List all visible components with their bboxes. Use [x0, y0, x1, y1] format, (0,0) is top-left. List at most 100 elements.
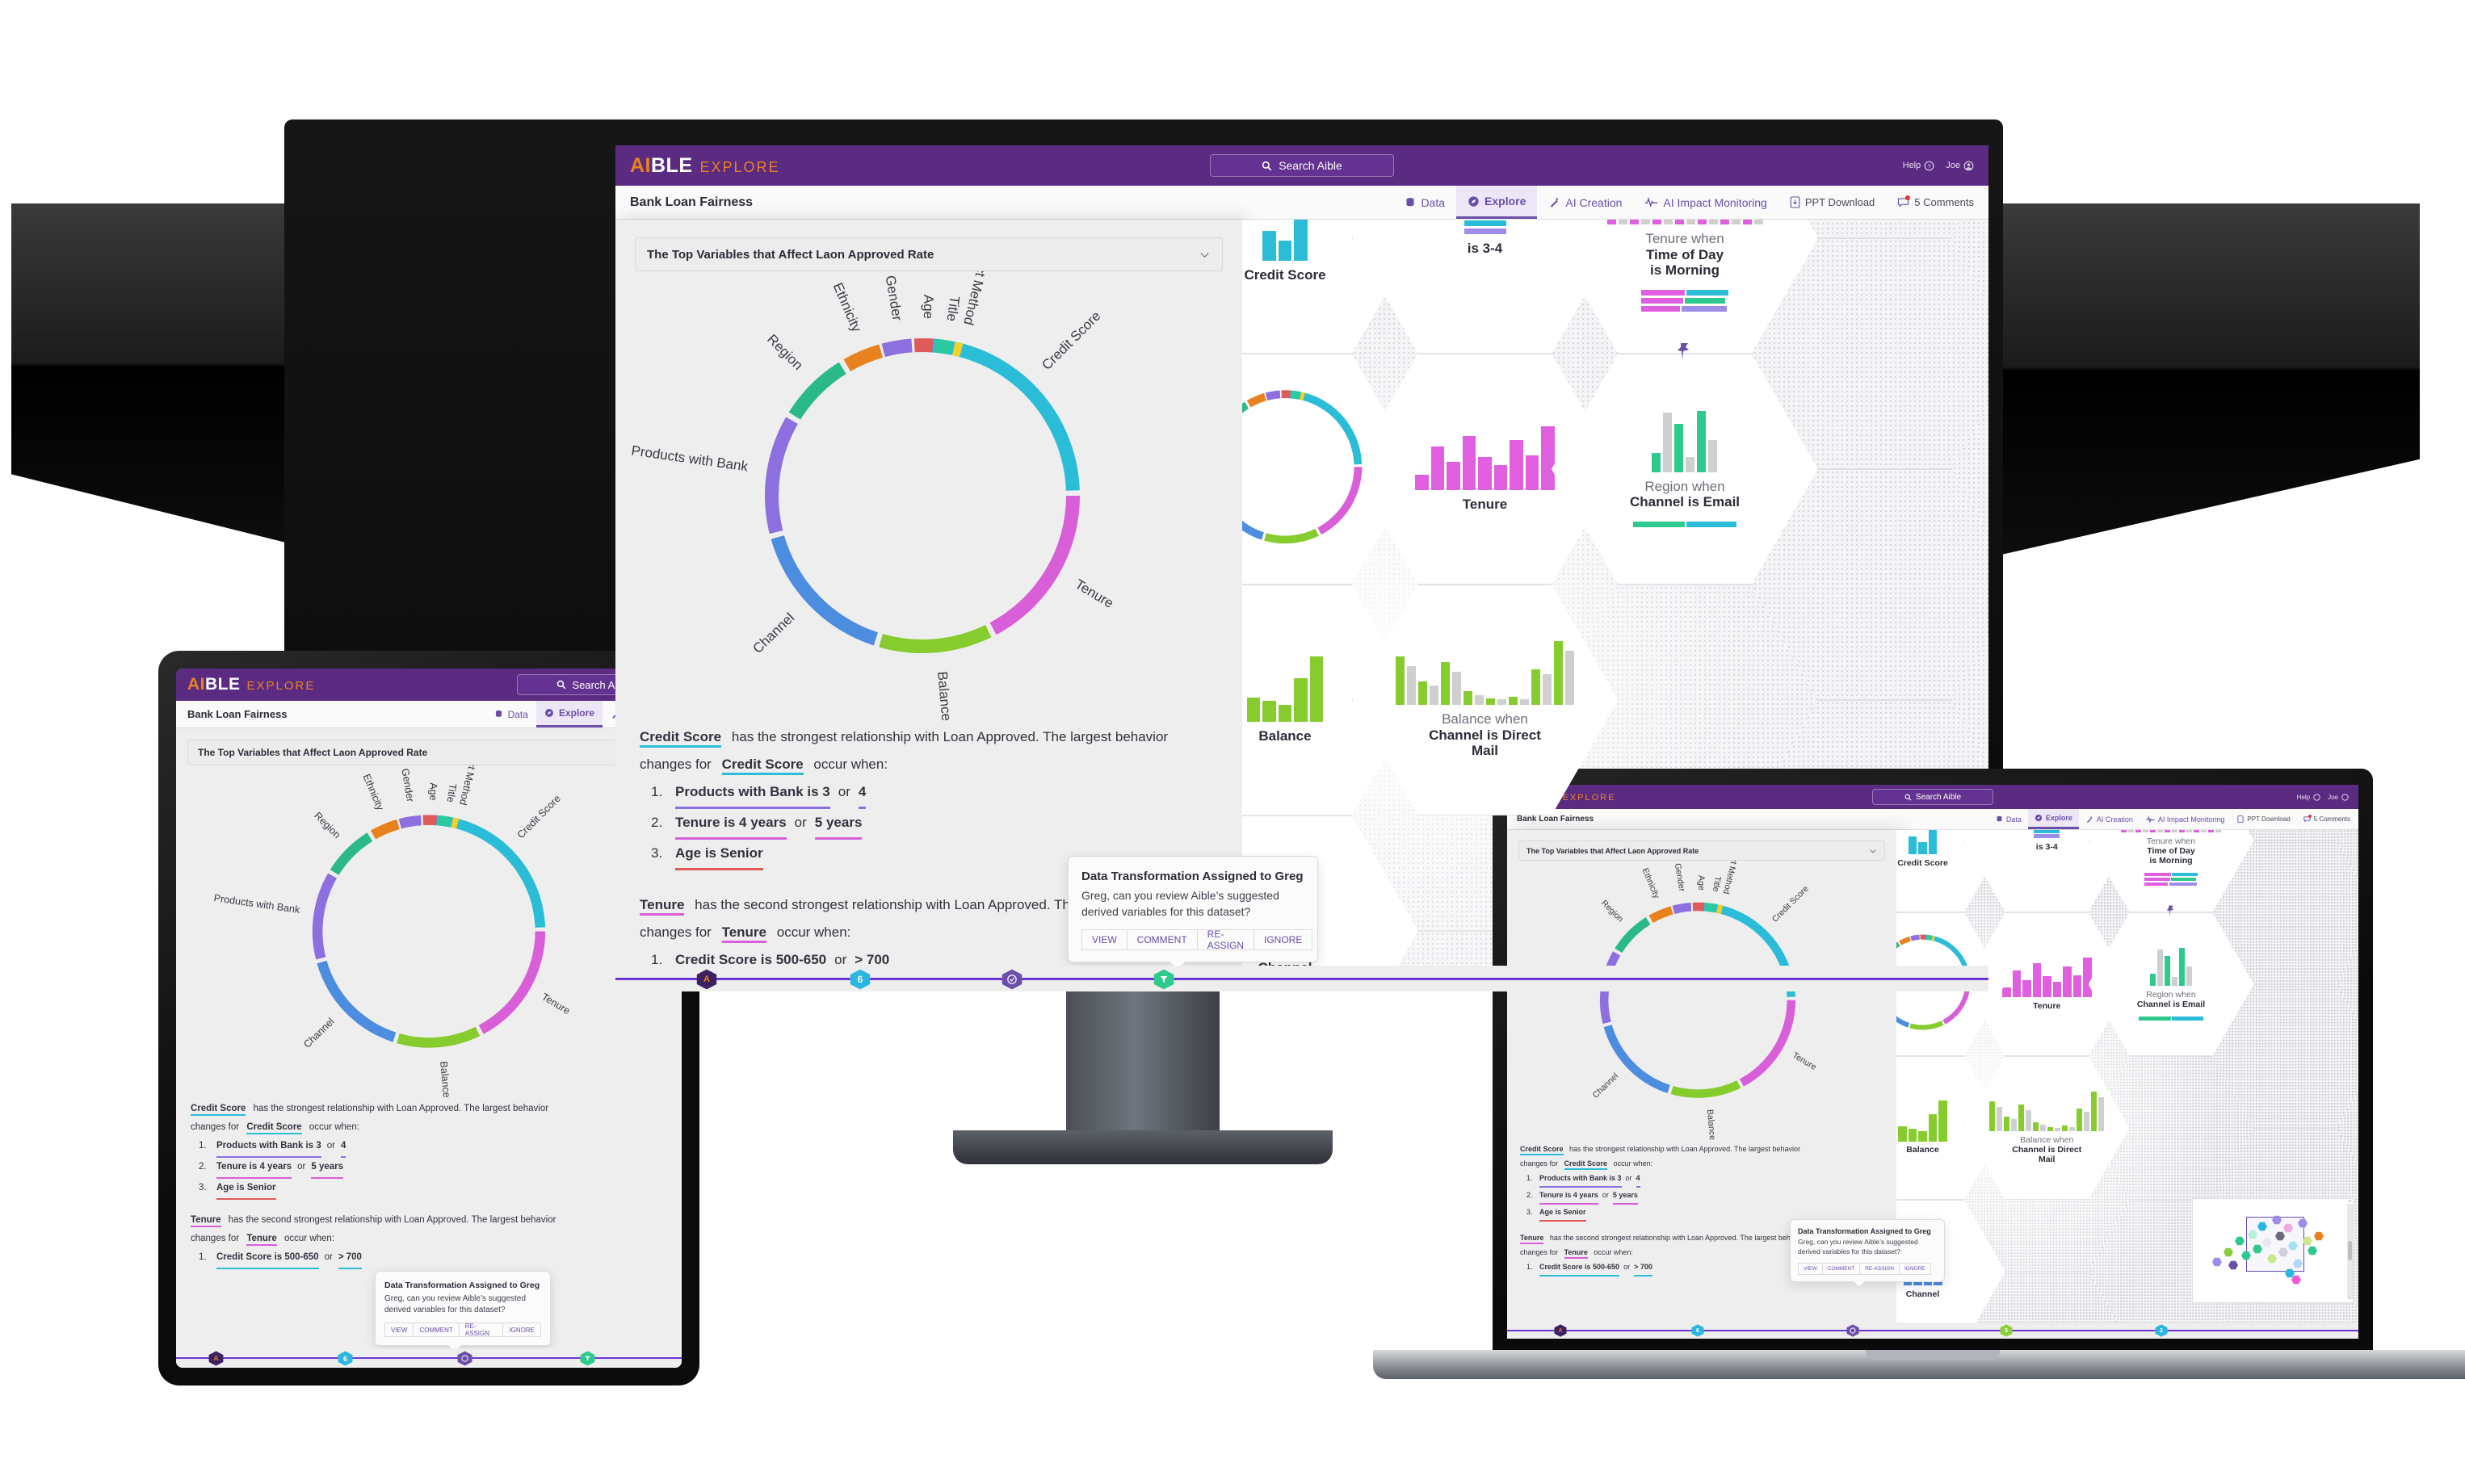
minimap-node[interactable]: [2288, 1241, 2298, 1251]
hex-balance-when-channel-is-direct-mail[interactable]: Balance when Channel is Direct Mail: [1351, 585, 1619, 815]
hex-region-when-channel-is-email[interactable]: Region when Channel is Email: [2088, 912, 2254, 1056]
comment-button[interactable]: COMMENT: [1127, 929, 1198, 951]
chord-segment-gender[interactable]: [398, 815, 422, 829]
minimap-node[interactable]: [2278, 1247, 2288, 1257]
tab-explore[interactable]: Explore: [535, 701, 603, 727]
user-menu[interactable]: Joe: [2328, 794, 2349, 801]
minimap-node[interactable]: [2267, 1254, 2277, 1264]
minimap-node[interactable]: [2248, 1230, 2257, 1239]
chord-segment-products-with-bank[interactable]: [765, 417, 798, 534]
token-credit-score-2[interactable]: Credit Score: [1564, 1159, 1608, 1170]
comments-button[interactable]: 5 Comments: [1886, 195, 1988, 208]
token-credit-score-1[interactable]: Credit Score: [640, 729, 722, 748]
chord-segment-title[interactable]: [1291, 390, 1300, 400]
explore-timeline[interactable]: A 6: [176, 1348, 682, 1368]
tab-ai-creation[interactable]: AI Creation: [1537, 186, 1633, 219]
minimap-node[interactable]: [2253, 1244, 2262, 1254]
token-credit-score-2[interactable]: Credit Score: [246, 1122, 302, 1134]
minimap-node[interactable]: [2257, 1222, 2267, 1231]
minimap-node[interactable]: [2262, 1238, 2272, 1247]
pin-icon[interactable]: [2165, 905, 2176, 921]
chord-segment-gender[interactable]: [1910, 934, 1920, 941]
chord-segment-balance[interactable]: [1263, 529, 1319, 544]
re-assign-button[interactable]: RE-ASSIGN: [459, 1323, 504, 1337]
re-assign-button[interactable]: RE-ASSIGN: [1860, 1262, 1900, 1275]
chord-segment-ethnicity[interactable]: [370, 819, 400, 840]
token-tenure-1[interactable]: Tenure: [1520, 1234, 1544, 1244]
chord-segment-title[interactable]: [438, 815, 451, 828]
help-button[interactable]: Help: [2297, 794, 2320, 801]
mini-chord-diagram[interactable]: [1242, 384, 1367, 554]
chord-segment-tenure[interactable]: [989, 496, 1080, 635]
chord-segment-balance[interactable]: [397, 1026, 481, 1048]
chord-diagram[interactable]: Credit ScoreTenureBalanceChannelProducts…: [187, 765, 670, 1100]
minimap-node[interactable]: [2298, 1218, 2308, 1228]
token-credit-score-2[interactable]: Credit Score: [721, 757, 804, 775]
re-assign-button[interactable]: RE-ASSIGN: [1197, 929, 1255, 951]
hex-region-when-channel-is-email[interactable]: Region when Channel is Email: [1552, 354, 1818, 585]
ppt-download-button[interactable]: PPT Download: [1778, 196, 1886, 208]
timeline-node-check[interactable]: [1846, 1324, 1859, 1337]
token-products-with-bank-4[interactable]: 4: [340, 1137, 346, 1158]
comments-button[interactable]: 5 Comments: [2297, 815, 2358, 823]
chord-segment-ethnicity[interactable]: [843, 344, 883, 371]
chord-segment-title[interactable]: [1705, 903, 1717, 913]
comment-button[interactable]: COMMENT: [414, 1323, 460, 1337]
variable-selector-dropdown[interactable]: The Top Variables that Affect Laon Appro…: [635, 237, 1223, 271]
tab-ai-creation[interactable]: AI Creation: [2079, 809, 2140, 829]
tab-explore[interactable]: Explore: [1456, 186, 1538, 219]
minimap-node[interactable]: [2272, 1215, 2282, 1225]
timeline-node-aible[interactable]: A: [1554, 1324, 1567, 1337]
minimap-node[interactable]: [2303, 1236, 2312, 1246]
chord-segment-channel[interactable]: [1242, 486, 1264, 540]
token-products-with-bank-4[interactable]: 4: [858, 778, 867, 809]
chord-diagram[interactable]: Credit ScoreTenureBalanceChannelProducts…: [615, 271, 1242, 723]
ppt-download-button[interactable]: PPT Download: [2231, 815, 2296, 823]
timeline-node-check[interactable]: [457, 1351, 472, 1366]
chord-segment-age[interactable]: [422, 815, 438, 826]
view-button[interactable]: VIEW: [384, 1323, 414, 1337]
chord-segment-gender[interactable]: [1672, 902, 1692, 914]
timeline-node-filter[interactable]: [580, 1351, 595, 1366]
hex-tenure-when-time-of-day-is-morning[interactable]: Tenure when Time of Day is Morning: [1552, 220, 1818, 354]
token-tenure-5-years[interactable]: 5 years: [1612, 1188, 1638, 1205]
timeline-node-aible[interactable]: A: [696, 969, 717, 990]
token-age-is-senior[interactable]: Age is Senior: [1539, 1205, 1586, 1222]
chord-segment-title[interactable]: [934, 338, 953, 355]
ignore-button[interactable]: IGNORE: [503, 1323, 541, 1337]
token-credit-score-500-650[interactable]: Credit Score is 500-650: [216, 1248, 319, 1269]
token-tenure-2[interactable]: Tenure: [721, 924, 766, 943]
chord-segment-ethnicity[interactable]: [1648, 906, 1673, 924]
tab-ai-impact-monitoring[interactable]: AI Impact Monitoring: [1633, 186, 1778, 219]
token-tenure-5-years[interactable]: 5 years: [814, 809, 863, 840]
chord-segment-gender[interactable]: [1265, 390, 1281, 401]
pin-icon[interactable]: [1674, 342, 1692, 366]
chord-segment-tenure[interactable]: [1317, 467, 1362, 535]
token-credit-score-700[interactable]: > 700: [1634, 1260, 1652, 1276]
chord-segment-region[interactable]: [1615, 917, 1651, 954]
token-credit-score-1[interactable]: Credit Score: [1520, 1145, 1564, 1155]
token-products-with-bank-3[interactable]: Products with Bank is 3: [675, 778, 830, 809]
token-credit-score-1[interactable]: Credit Score: [191, 1104, 246, 1116]
token-credit-score-700[interactable]: > 700: [338, 1248, 362, 1269]
token-tenure-2[interactable]: Tenure: [246, 1234, 277, 1246]
chord-diagram[interactable]: Credit ScoreTenureBalanceChannelProducts…: [1507, 861, 1896, 1142]
minimap-zoom-in[interactable]: +: [2347, 1199, 2353, 1205]
chord-segment-ethnicity[interactable]: [1898, 936, 1911, 945]
token-age-is-senior[interactable]: Age is Senior: [675, 840, 763, 870]
minimap-zoom-out[interactable]: −: [2347, 1296, 2353, 1302]
token-tenure-4-years[interactable]: Tenure is 4 years: [1539, 1188, 1598, 1205]
hex-chord-mini[interactable]: [1242, 354, 1418, 585]
chord-segment-region[interactable]: [1896, 941, 1900, 959]
ignore-button[interactable]: IGNORE: [1899, 1262, 1931, 1275]
timeline-node-filter-green[interactable]: 3: [2000, 1324, 2013, 1337]
user-menu[interactable]: Joe: [1946, 161, 1974, 171]
chord-segment-balance[interactable]: [1909, 1021, 1944, 1030]
help-button[interactable]: Help ?: [1903, 161, 1935, 171]
token-products-with-bank-3[interactable]: Products with Bank is 3: [216, 1137, 321, 1158]
timeline-node-count[interactable]: 6: [338, 1351, 353, 1366]
tab-data[interactable]: Data: [486, 701, 536, 727]
chord-segment-credit-score[interactable]: [1287, 390, 1362, 465]
timeline-node-filter-cyan[interactable]: 2: [2155, 1324, 2168, 1337]
explore-hex-canvas[interactable]: Credit Score is 3-4 Tenure Tenure when Time …: [1896, 830, 2358, 1339]
